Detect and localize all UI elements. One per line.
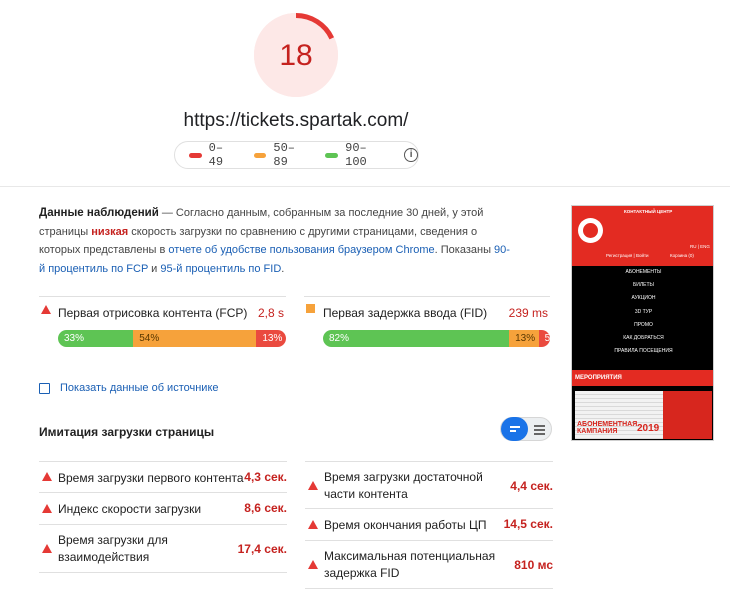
lab-metric-fcp: Время загрузки первого контента 4,3 сек. (39, 461, 287, 493)
spartak-logo (578, 218, 603, 243)
poster-year: 2019 (637, 423, 660, 434)
fail-triangle-icon (308, 520, 318, 529)
green-swatch (325, 152, 339, 158)
lab-metric-speed-index: Индекс скорости загрузки 8,6 сек. (39, 493, 287, 525)
origin-label: Показать данные об источнике (60, 382, 219, 394)
metric-value: 2,8 s (257, 306, 284, 320)
performance-score: 18 (279, 39, 313, 72)
lab-data-title: Имитация загрузки страницы (39, 425, 215, 439)
thumb-menu-item: АБОНЕМЕНТЫ (625, 269, 662, 275)
lab-metric-tti: Время загрузки для взаимодействия 17,4 с… (39, 525, 287, 573)
compact-view-button[interactable] (501, 417, 528, 441)
fcp-metric: Первая отрисовка контента (FCP) 2,8 s 33… (39, 296, 286, 354)
crux-report-link[interactable]: отчете об удобстве пользования браузером… (168, 244, 434, 256)
thumb-contact: КОНТАКТНЫЙ ЦЕНТР (624, 209, 673, 214)
field-data-title: Данные наблюдений (39, 207, 159, 219)
distribution-poor: 5% (538, 330, 550, 347)
metric-label: Время загрузки достаточной части контент… (324, 470, 483, 501)
page-screenshot-thumbnail: КОНТАКТНЫЙ ЦЕНТР RU | ENG Регистрация | … (571, 205, 714, 441)
metric-value: 14,5 сек. (503, 517, 553, 531)
info-icon[interactable]: i (404, 148, 418, 162)
fail-triangle-icon (42, 472, 52, 481)
show-origin-summary[interactable]: Показать данные об источнике (39, 382, 219, 394)
metric-value: 8,6 сек. (244, 501, 287, 515)
thumb-poster: АБОНЕМЕНТНАЯ КАМПАНИЯ 2019 (575, 391, 712, 439)
lab-metric-cpu-idle: Время окончания работы ЦП 14,5 сек. (305, 509, 553, 541)
metric-value: 4,3 сек. (244, 470, 287, 484)
thumb-menu-item: КАК ДОБРАТЬСЯ (623, 334, 664, 341)
fail-triangle-icon (41, 305, 51, 314)
metrics-view-toggle[interactable] (500, 417, 552, 441)
metric-value: 810 мс (514, 558, 553, 572)
performance-score-gauge: 18 (253, 12, 339, 98)
metric-label: Время загрузки для взаимодействия (58, 533, 168, 564)
metric-value: 17,4 сек. (237, 542, 287, 556)
thumb-register: Регистрация | Войти (606, 253, 649, 258)
legend-label: 50–89 (273, 141, 295, 169)
thumbnail-menu: АБОНЕМЕНТЫ БИЛЕТЫ АУКЦИОН 3D ТУР ПРОМО К… (572, 266, 713, 358)
metric-value: 239 ms (508, 306, 548, 320)
distribution-good: 33% (58, 330, 134, 347)
thumb-menu-item: ПРОМО (634, 321, 653, 328)
fail-triangle-icon (42, 504, 52, 513)
lab-metric-fmp: Время загрузки достаточной части контент… (305, 461, 553, 509)
checkbox[interactable] (39, 382, 50, 394)
distribution-average: 13% (509, 330, 539, 347)
distribution-bar: 82% 13% 5% (323, 330, 550, 347)
field-text-4: и (148, 262, 161, 275)
metric-label: Первая отрисовка контента (FCP) (58, 306, 248, 320)
legend-item-good: 90–100 (325, 141, 387, 169)
fid-metric: Первая задержка ввода (FID) 239 ms 82% 1… (304, 296, 550, 354)
thumb-menu-item: ПРАВИЛА ПОСЕЩЕНИЯ (614, 348, 673, 355)
distribution-poor: 13% (256, 330, 286, 347)
fid-percentile-link[interactable]: 95-й процентиль по FID (160, 263, 281, 275)
thumb-menu-item: 3D ТУР (634, 308, 653, 315)
metric-label: Первая задержка ввода (FID) (323, 306, 488, 320)
metric-label: Время окончания работы ЦП (324, 518, 487, 532)
page-url: https://tickets.spartak.com/ (183, 110, 409, 131)
metric-label: Время загрузки первого контента (58, 471, 244, 485)
thumb-lang: RU | ENG (690, 244, 710, 249)
distribution-average: 54% (133, 330, 257, 347)
legend-label: 90–100 (345, 141, 367, 169)
fail-triangle-icon (42, 544, 52, 553)
legend-item-poor: 0–49 (189, 141, 237, 169)
legend-item-average: 50–89 (253, 141, 309, 169)
red-swatch (189, 152, 202, 158)
average-square-icon (306, 304, 315, 313)
metric-value: 4,4 сек. (510, 479, 553, 493)
section-divider (0, 186, 730, 187)
lab-metric-max-fid: Максимальная потенциальная задержка FID … (305, 541, 553, 589)
field-text-5: . (281, 262, 285, 275)
field-data-description: Данные наблюдений — Согласно данным, соб… (39, 204, 515, 278)
thumb-cart: Корзина (0) (670, 253, 694, 258)
metric-label: Максимальная потенциальная задержка FID (324, 549, 496, 580)
speed-rating: низкая (91, 225, 129, 238)
fail-triangle-icon (308, 560, 318, 569)
poster-text: АБОНЕМЕНТНАЯ КАМПАНИЯ (577, 421, 638, 435)
orange-swatch (253, 152, 267, 158)
thumb-menu-item: АУКЦИОН (631, 295, 656, 302)
thumb-events-bar: МЕРОПРИЯТИЯ (572, 370, 713, 386)
score-legend: 0–49 50–89 90–100 i (174, 141, 419, 169)
thumbnail-header: КОНТАКТНЫЙ ЦЕНТР RU | ENG Регистрация | … (572, 206, 713, 266)
distribution-bar: 33% 54% 13% (58, 330, 286, 347)
distribution-good: 82% (323, 330, 510, 347)
metric-label: Индекс скорости загрузки (58, 502, 202, 516)
field-text-3: . Показаны (434, 244, 495, 256)
legend-label: 0–49 (208, 141, 224, 169)
thumb-menu-item: БИЛЕТЫ (633, 282, 654, 289)
fail-triangle-icon (308, 481, 318, 490)
poster-red-band (663, 391, 712, 439)
